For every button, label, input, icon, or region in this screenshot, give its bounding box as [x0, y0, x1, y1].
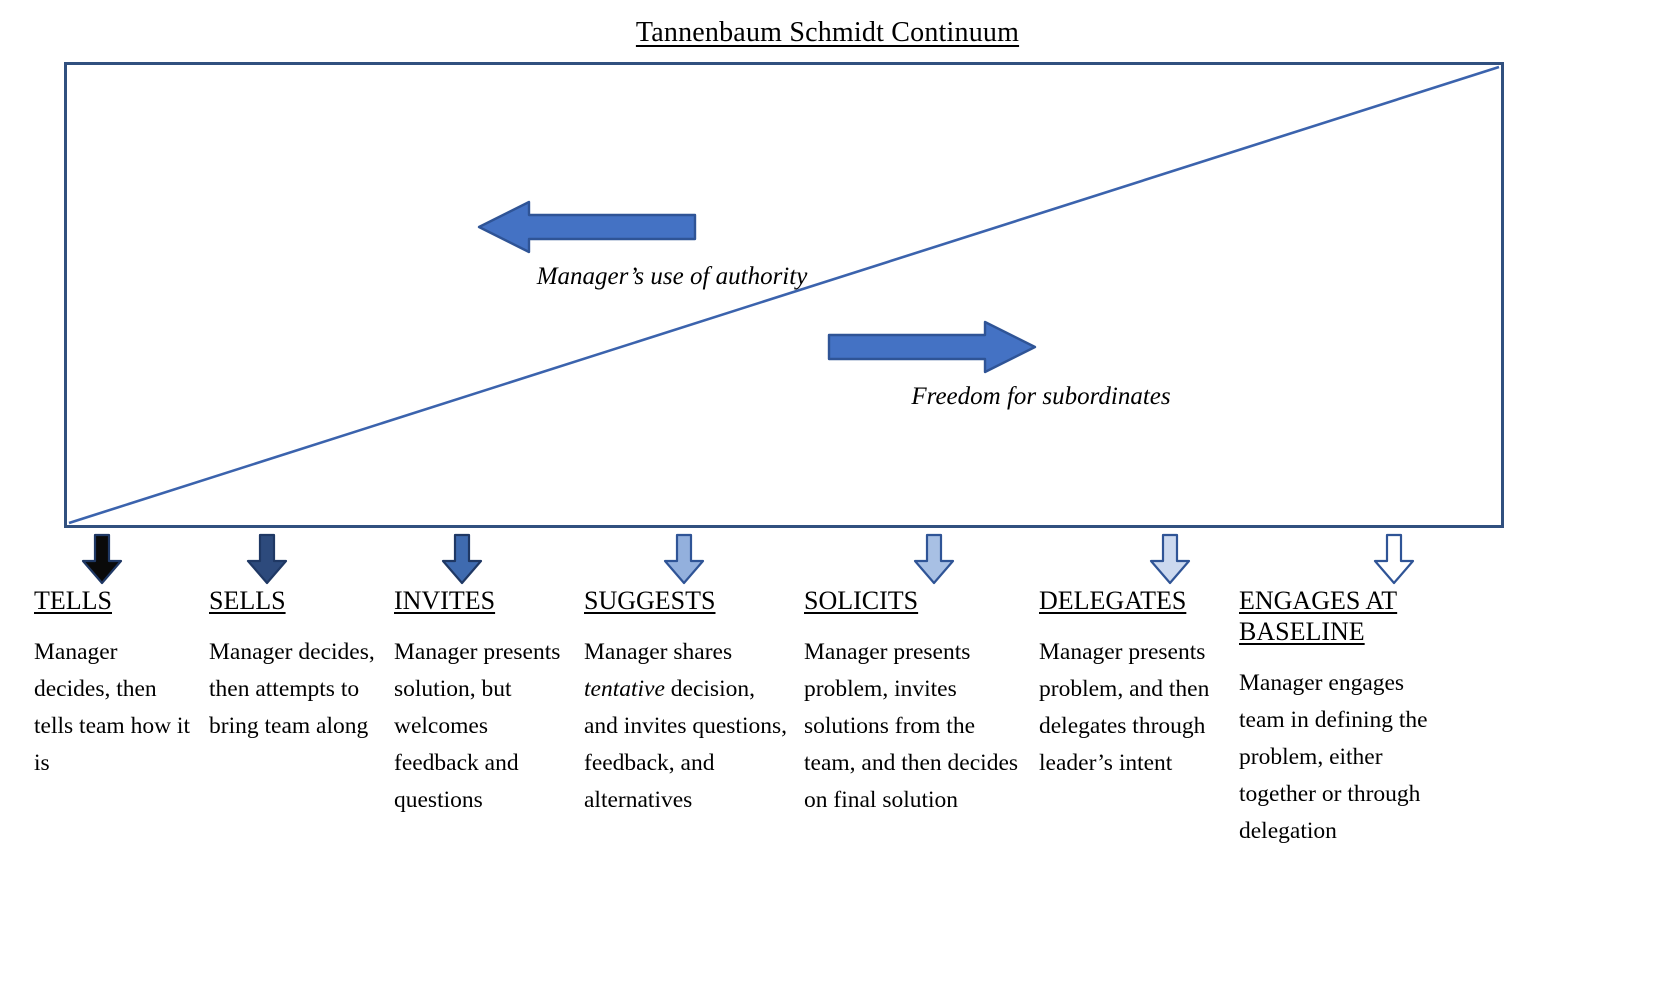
stage-arrow-wrap-sells	[209, 531, 380, 585]
continuum-stages: TELLS Manager decides, then tells team ho…	[34, 531, 1634, 971]
stage-description-part-1-suggests: Manager shares	[584, 639, 733, 665]
managers-authority-label: Manager’s use of authority	[536, 263, 808, 290]
diagonal-line	[68, 65, 1500, 525]
page-title: Tannenbaum Schmidt Continuum	[0, 16, 1655, 50]
stage-column-invites: INVITES Manager presents solution, but we…	[394, 531, 584, 819]
stage-title-sells: SELLS	[209, 586, 286, 615]
down-arrow-icon-sells	[246, 533, 288, 585]
stage-column-sells: SELLS Manager decides, then attempts to b…	[209, 531, 394, 745]
stage-description-suggests: Manager shares tentative decision, and i…	[584, 634, 790, 819]
page-title-text: Tannenbaum Schmidt Continuum	[635, 17, 1020, 48]
stage-description-solicits: Manager presents problem, invites soluti…	[804, 634, 1025, 819]
stage-title-tells: TELLS	[34, 586, 112, 615]
stage-description-emphasis-suggests: tentative	[584, 676, 665, 702]
stage-arrow-wrap-delegates	[1039, 531, 1225, 585]
stage-arrow-wrap-engages-at-baseline	[1239, 531, 1440, 585]
stage-description-part-1-delegates: Manager presents problem, and then deleg…	[1039, 639, 1210, 776]
stage-arrow-wrap-invites	[394, 531, 570, 585]
stage-description-part-1-sells: Manager decides, then attempts to bring …	[209, 639, 375, 739]
stage-title-solicits: SOLICITS	[804, 586, 919, 615]
stage-description-sells: Manager decides, then attempts to bring …	[209, 634, 380, 745]
stage-title-delegates: DELEGATES	[1039, 586, 1187, 615]
left-block-arrow-icon	[477, 200, 697, 254]
stage-description-delegates: Manager presents problem, and then deleg…	[1039, 634, 1225, 782]
stage-column-tells: TELLS Manager decides, then tells team ho…	[34, 531, 209, 782]
down-arrow-icon-solicits	[913, 533, 955, 585]
stage-column-suggests: SUGGESTS Manager shares tentative decisio…	[584, 531, 804, 819]
right-block-arrow-icon	[827, 320, 1037, 374]
stage-arrow-wrap-suggests	[584, 531, 790, 585]
stage-description-part-1-solicits: Manager presents problem, invites soluti…	[804, 639, 1019, 813]
stage-description-tells: Manager decides, then tells team how it …	[34, 634, 195, 782]
stage-description-invites: Manager presents solution, but welcomes …	[394, 634, 570, 819]
down-arrow-icon-tells	[81, 533, 123, 585]
continuum-box: Manager’s use of authority Freedom for s…	[64, 62, 1504, 528]
stage-description-part-1-tells: Manager decides, then tells team how it …	[34, 639, 190, 776]
stage-description-part-1-invites: Manager presents solution, but welcomes …	[394, 639, 561, 813]
down-arrow-icon-invites	[441, 533, 483, 585]
managers-authority-arrow-group: Manager’s use of authority	[477, 200, 877, 292]
stage-title-suggests: SUGGESTS	[584, 586, 716, 615]
stage-title-engages-at-baseline: ENGAGES AT BASELINE	[1239, 586, 1398, 646]
stage-title-invites: INVITES	[394, 586, 496, 615]
down-arrow-icon-engages-at-baseline	[1373, 533, 1415, 585]
stage-arrow-wrap-tells	[34, 531, 195, 585]
stage-column-engages-at-baseline: ENGAGES AT BASELINE Manager engages team …	[1239, 531, 1454, 850]
stage-description-engages-at-baseline: Manager engages team in defining the pro…	[1239, 665, 1440, 850]
freedom-subordinates-arrow-group: Freedom for subordinates	[827, 320, 1247, 412]
stage-column-delegates: DELEGATES Manager presents problem, and t…	[1039, 531, 1239, 782]
freedom-subordinates-label: Freedom for subordinates	[911, 383, 1171, 410]
down-arrow-icon-suggests	[663, 533, 705, 585]
stage-description-part-1-engages-at-baseline: Manager engages team in defining the pro…	[1239, 670, 1428, 844]
down-arrow-icon-delegates	[1149, 533, 1191, 585]
stage-arrow-wrap-solicits	[804, 531, 1025, 585]
stage-column-solicits: SOLICITS Manager presents problem, invite…	[804, 531, 1039, 819]
